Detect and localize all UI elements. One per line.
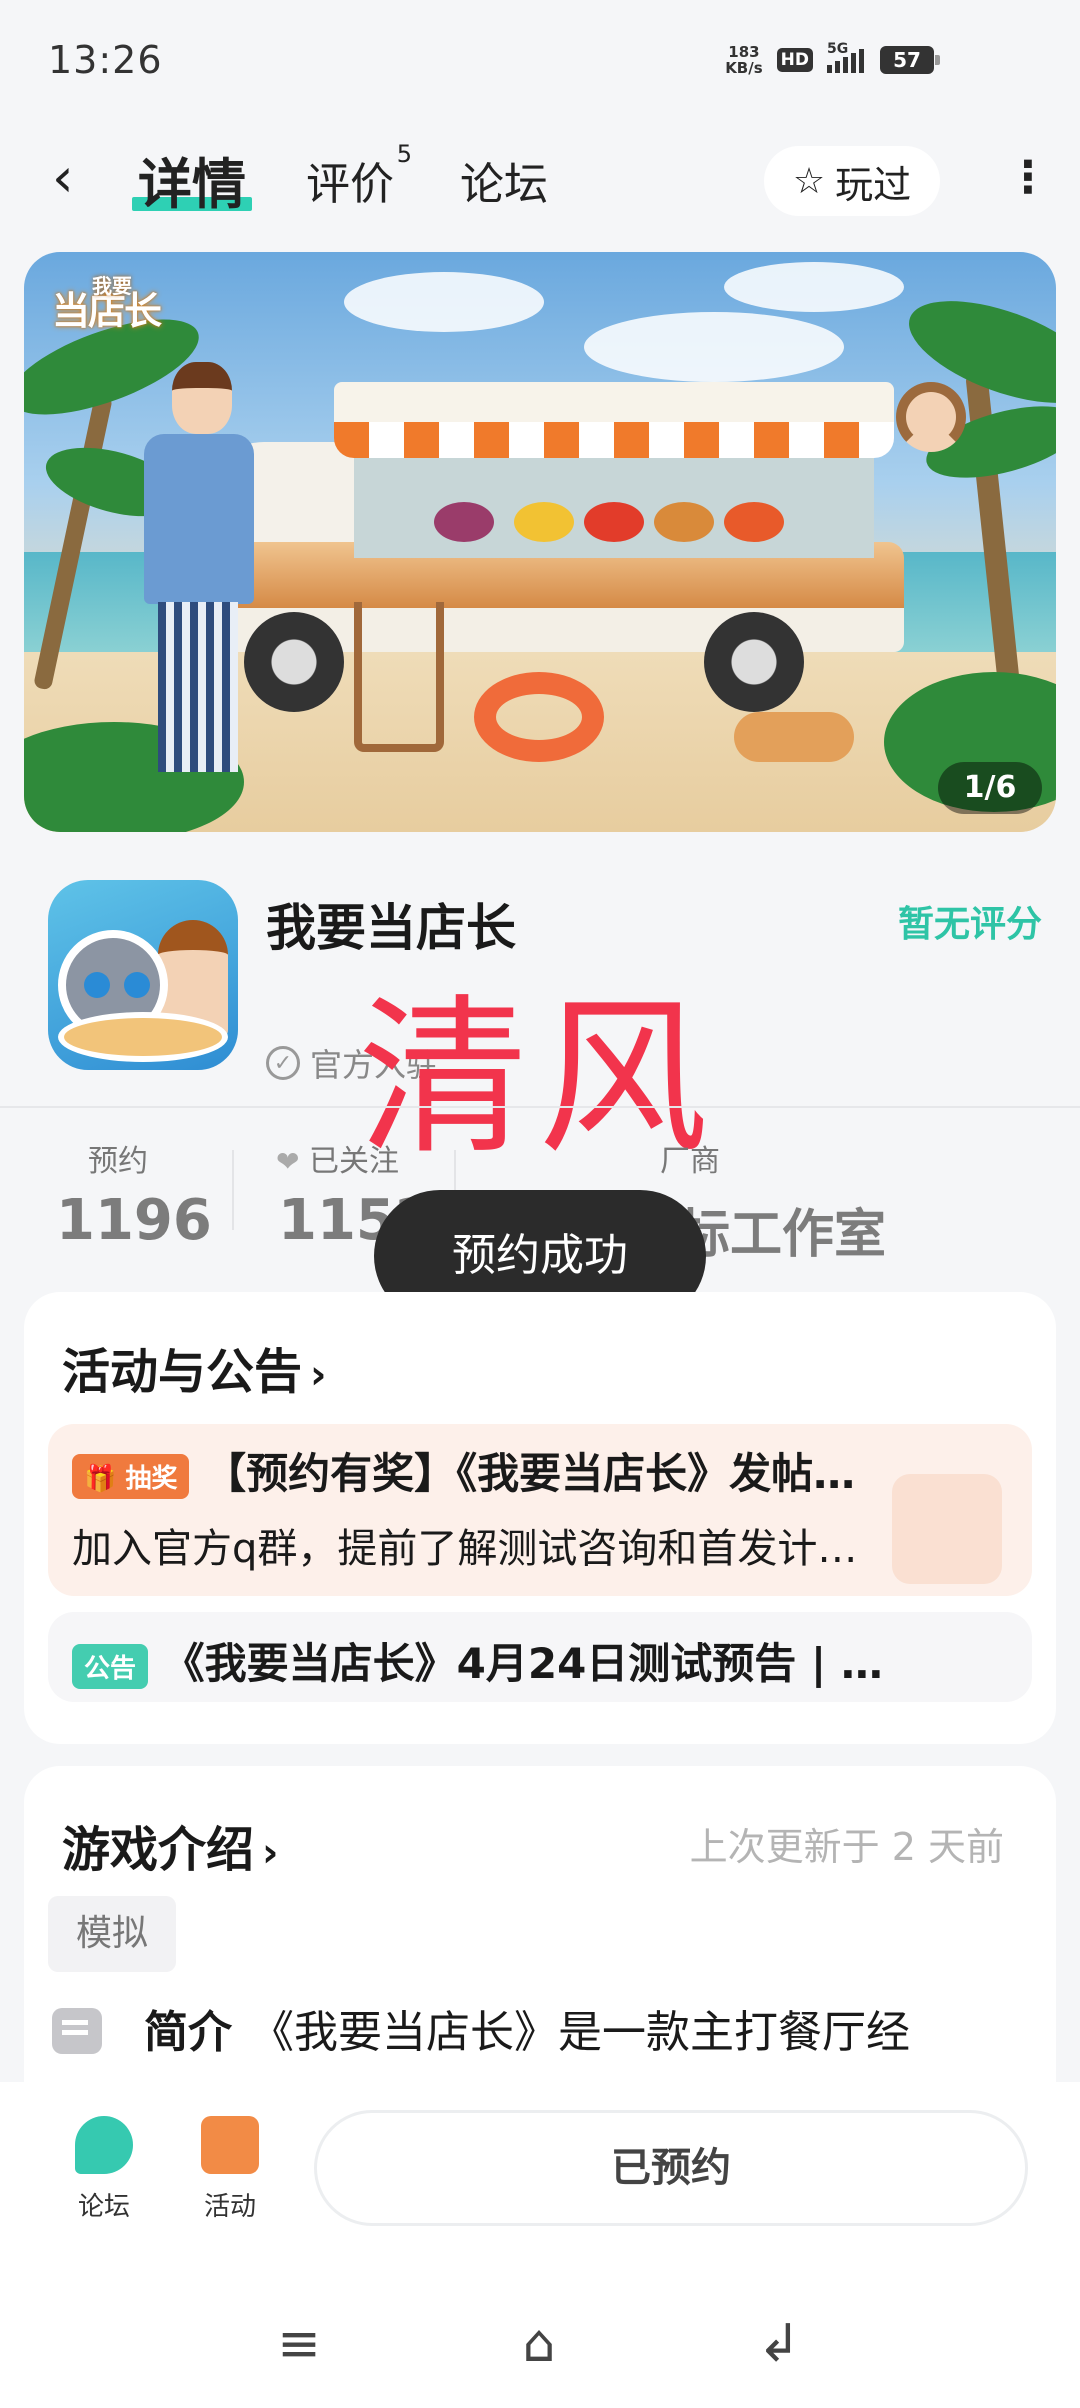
- home-icon[interactable]: ⌂: [504, 2314, 574, 2374]
- character-illustration: [144, 362, 254, 802]
- chat-bubble-icon: [75, 2116, 133, 2174]
- reserved-button[interactable]: 已预约: [314, 2110, 1028, 2226]
- genre-tag[interactable]: 模拟: [48, 1896, 176, 1972]
- game-logo: 我要 当店长: [52, 274, 162, 333]
- status-bar: 13:26 183 KB/s HD 5G 57: [0, 0, 1080, 120]
- review-count-badge: 5: [396, 140, 412, 168]
- activity-button[interactable]: 活动: [180, 2116, 280, 2223]
- tab-detail[interactable]: 详情: [132, 140, 252, 219]
- gift-icon: [201, 2116, 259, 2174]
- game-intro-card: 游戏介绍 › 上次更新于 2 天前 模拟 简介 《我要当店长》是一款主打餐厅经: [24, 1766, 1056, 2126]
- chevron-right-icon: ›: [310, 1352, 327, 1398]
- battery-icon: 57: [878, 46, 940, 74]
- top-nav: ‹ 详情 评价 5 论坛 ☆ 玩过 ⋮: [0, 130, 1080, 230]
- dog-illustration: [734, 712, 854, 762]
- status-time: 13:26: [48, 38, 163, 82]
- carousel-page-indicator: 1/6: [938, 762, 1042, 814]
- tab-review[interactable]: 评价 5: [306, 140, 412, 212]
- rating-label: 暂无评分: [897, 904, 1042, 945]
- life-ring-illustration: [474, 672, 604, 762]
- back-arrow-icon[interactable]: ‹: [52, 151, 102, 208]
- announcement-tag: 公告: [72, 1644, 149, 1689]
- activities-card: 活动与公告 › 🎁 抽奖 【预约有奖】《我要当店长》发帖… 加入官方q群，提前了解…: [24, 1292, 1056, 1744]
- hd-icon: HD: [776, 48, 813, 72]
- star-icon: ☆: [792, 160, 826, 202]
- more-vertical-icon[interactable]: ⋮: [1006, 150, 1050, 210]
- intro-summary[interactable]: 简介 《我要当店长》是一款主打餐厅经: [144, 1996, 910, 2060]
- played-button[interactable]: ☆ 玩过: [764, 146, 940, 216]
- divider: [0, 1106, 1080, 1108]
- character-illustration: [896, 382, 976, 492]
- check-circle-icon: ✓: [266, 1046, 300, 1080]
- forum-button[interactable]: 论坛: [54, 2116, 154, 2223]
- app-icon: [48, 880, 238, 1070]
- divider: [232, 1150, 234, 1230]
- signal-icon: 5G: [827, 41, 864, 73]
- food-truck-illustration: [204, 382, 904, 712]
- lottery-notice[interactable]: 🎁 抽奖 【预约有奖】《我要当店长》发帖… 加入官方q群，提前了解测试咨询和首发…: [48, 1424, 1032, 1596]
- chevron-right-icon: ›: [262, 1830, 279, 1876]
- following-label[interactable]: ❤ 已关注: [276, 1136, 399, 1180]
- document-icon: [52, 2008, 102, 2054]
- heart-icon: ❤: [276, 1145, 300, 1178]
- game-intro-title[interactable]: 游戏介绍 ›: [62, 1810, 279, 1880]
- screenshot-carousel[interactable]: 我要 当店长 1/6: [24, 252, 1056, 832]
- tab-forum[interactable]: 论坛: [460, 148, 548, 212]
- update-time: 上次更新于 2 天前: [689, 1825, 1004, 1869]
- back-icon[interactable]: ↲: [744, 2314, 814, 2374]
- developer-label: 厂商: [660, 1144, 720, 1179]
- reservations-label: 预约: [88, 1144, 148, 1179]
- menu-icon[interactable]: ≡: [264, 2314, 334, 2374]
- reservations-count: 1196: [56, 1188, 212, 1253]
- activities-title[interactable]: 活动与公告 ›: [62, 1332, 327, 1402]
- status-icons: 183 KB/s HD 5G 57: [725, 41, 940, 77]
- net-speed: 183 KB/s: [725, 43, 763, 77]
- lottery-tag: 🎁 抽奖: [72, 1454, 190, 1499]
- system-navigation-bar: ≡ ⌂ ↲: [0, 2300, 1080, 2390]
- announcement-notice[interactable]: 公告 《我要当店长》4月24日测试预告 | …: [48, 1612, 1032, 1702]
